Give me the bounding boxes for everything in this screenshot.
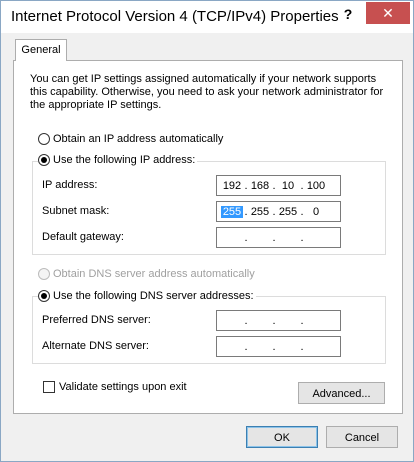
radio-selected[interactable] xyxy=(38,154,50,166)
use-following-ip-radio[interactable]: Use the following IP address: xyxy=(38,154,198,166)
default-gateway-label: Default gateway: xyxy=(42,231,124,243)
radio-disabled[interactable] xyxy=(38,268,50,280)
ok-button[interactable]: OK xyxy=(246,426,318,448)
alternate-dns-label: Alternate DNS server: xyxy=(42,340,149,352)
subnet-mask-label: Subnet mask: xyxy=(42,205,110,217)
validate-settings-checkbox[interactable]: Validate settings upon exit xyxy=(43,381,189,393)
subnet-octet-4[interactable]: 0 xyxy=(305,206,327,218)
advanced-button[interactable]: Advanced... xyxy=(298,382,385,404)
preferred-dns-input[interactable]: . . . xyxy=(216,310,341,331)
preferred-dns-label: Preferred DNS server: xyxy=(42,314,151,326)
obtain-dns-auto-label: Obtain DNS server address automatically xyxy=(53,268,255,280)
window-title: Internet Protocol Version 4 (TCP/IPv4) P… xyxy=(11,8,339,25)
close-button[interactable]: ✕ xyxy=(366,2,410,24)
description-text: You can get IP settings assigned automat… xyxy=(30,73,384,111)
use-following-dns-label: Use the following DNS server addresses: xyxy=(53,290,254,302)
alternate-dns-input[interactable]: . . . xyxy=(216,336,341,357)
subnet-octet-2[interactable]: 255 xyxy=(249,206,271,218)
use-following-dns-radio[interactable]: Use the following DNS server addresses: xyxy=(38,290,256,302)
validate-settings-label: Validate settings upon exit xyxy=(59,381,187,393)
cancel-button[interactable]: Cancel xyxy=(326,426,398,448)
radio-selected[interactable] xyxy=(38,290,50,302)
subnet-octet-3[interactable]: 255 xyxy=(277,206,299,218)
ip-address-label: IP address: xyxy=(42,179,98,191)
subnet-octet-1[interactable]: 255 xyxy=(221,205,243,218)
ip-octet-3[interactable]: 10 xyxy=(277,180,299,192)
obtain-ip-auto-radio[interactable]: Obtain an IP address automatically xyxy=(38,133,226,145)
checkbox-unchecked[interactable] xyxy=(43,381,55,393)
tab-general[interactable]: General xyxy=(15,39,67,61)
subnet-mask-input[interactable]: 255. 255. 255. 0 xyxy=(216,201,341,222)
ip-octet-1[interactable]: 192 xyxy=(221,180,243,192)
help-button[interactable]: ? xyxy=(334,3,362,25)
obtain-dns-auto-radio[interactable]: Obtain DNS server address automatically xyxy=(38,268,257,280)
radio-unselected[interactable] xyxy=(38,133,50,145)
ip-address-input[interactable]: 192. 168. 10. 100 xyxy=(216,175,341,196)
dialog-window: Internet Protocol Version 4 (TCP/IPv4) P… xyxy=(0,0,414,462)
ip-octet-2[interactable]: 168 xyxy=(249,180,271,192)
default-gateway-input[interactable]: . . . xyxy=(216,227,341,248)
ip-octet-4[interactable]: 100 xyxy=(305,180,327,192)
use-following-ip-label: Use the following IP address: xyxy=(53,154,196,166)
obtain-ip-auto-label: Obtain an IP address automatically xyxy=(53,133,224,145)
title-bar: Internet Protocol Version 4 (TCP/IPv4) P… xyxy=(1,1,413,33)
